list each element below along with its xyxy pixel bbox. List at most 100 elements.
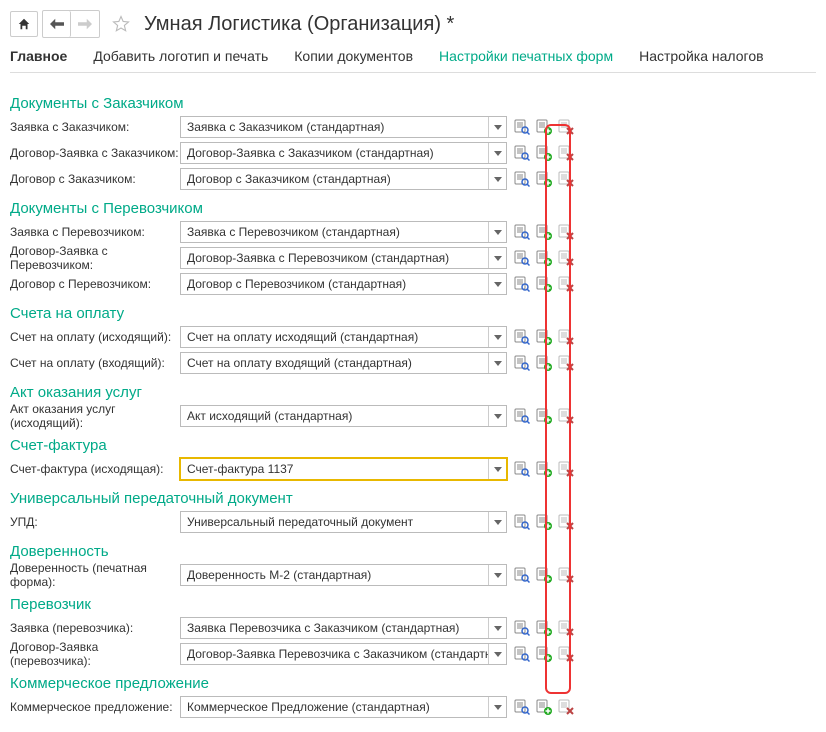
form-row: Договор с Перевозчиком:Договор с Перевоз… xyxy=(10,273,816,295)
preview-icon[interactable] xyxy=(513,698,531,716)
dropdown[interactable]: Универсальный передаточный документ xyxy=(180,511,507,533)
preview-icon[interactable] xyxy=(513,513,531,531)
delete-icon[interactable] xyxy=(557,407,575,425)
dropdown[interactable]: Счет на оплату исходящий (стандартная) xyxy=(180,326,507,348)
dropdown-value: Счет-фактура 1137 xyxy=(181,462,488,476)
tab-0[interactable]: Главное xyxy=(10,48,67,68)
chevron-down-icon xyxy=(488,459,506,479)
chevron-down-icon xyxy=(488,618,506,638)
delete-icon[interactable] xyxy=(557,645,575,663)
delete-icon[interactable] xyxy=(557,566,575,584)
back-button[interactable] xyxy=(43,11,71,37)
delete-icon[interactable] xyxy=(557,328,575,346)
form-row: Доверенность (печатная форма):Довереннос… xyxy=(10,564,816,586)
add-icon[interactable] xyxy=(535,566,553,584)
delete-icon[interactable] xyxy=(557,460,575,478)
add-icon[interactable] xyxy=(535,354,553,372)
preview-icon[interactable] xyxy=(513,170,531,188)
preview-icon[interactable] xyxy=(513,118,531,136)
dropdown[interactable]: Договор-Заявка Перевозчика с Заказчиком … xyxy=(180,643,507,665)
dropdown[interactable]: Счет-фактура 1137 xyxy=(180,458,507,480)
home-button[interactable] xyxy=(10,11,38,37)
preview-icon[interactable] xyxy=(513,275,531,293)
dropdown[interactable]: Заявка с Заказчиком (стандартная) xyxy=(180,116,507,138)
dropdown-value: Заявка Перевозчика с Заказчиком (стандар… xyxy=(181,621,488,635)
dropdown[interactable]: Счет на оплату входящий (стандартная) xyxy=(180,352,507,374)
add-icon[interactable] xyxy=(535,275,553,293)
dropdown[interactable]: Договор-Заявка с Заказчиком (стандартная… xyxy=(180,142,507,164)
dropdown[interactable]: Акт исходящий (стандартная) xyxy=(180,405,507,427)
section-title: Акт оказания услуг xyxy=(10,384,816,401)
add-icon[interactable] xyxy=(535,460,553,478)
field-label: Заявка (перевозчика): xyxy=(10,621,180,635)
add-icon[interactable] xyxy=(535,249,553,267)
field-label: Договор-Заявка с Перевозчиком: xyxy=(10,244,180,272)
preview-icon[interactable] xyxy=(513,328,531,346)
field-label: Доверенность (печатная форма): xyxy=(10,561,180,589)
row-icons xyxy=(513,354,575,372)
add-icon[interactable] xyxy=(535,118,553,136)
arrow-left-icon xyxy=(50,18,64,30)
delete-icon[interactable] xyxy=(557,513,575,531)
delete-icon[interactable] xyxy=(557,144,575,162)
preview-icon[interactable] xyxy=(513,144,531,162)
preview-icon[interactable] xyxy=(513,249,531,267)
add-icon[interactable] xyxy=(535,170,553,188)
section-title: Счет-фактура xyxy=(10,437,816,454)
chevron-down-icon xyxy=(488,565,506,585)
dropdown[interactable]: Доверенность М-2 (стандартная) xyxy=(180,564,507,586)
preview-icon[interactable] xyxy=(513,619,531,637)
preview-icon[interactable] xyxy=(513,354,531,372)
dropdown[interactable]: Коммерческое Предложение (стандартная) xyxy=(180,696,507,718)
delete-icon[interactable] xyxy=(557,118,575,136)
tab-1[interactable]: Добавить логотип и печать xyxy=(93,48,268,68)
add-icon[interactable] xyxy=(535,407,553,425)
preview-icon[interactable] xyxy=(513,460,531,478)
dropdown-value: Заявка с Заказчиком (стандартная) xyxy=(181,120,488,134)
dropdown[interactable]: Заявка с Перевозчиком (стандартная) xyxy=(180,221,507,243)
chevron-down-icon xyxy=(488,274,506,294)
forward-button[interactable] xyxy=(71,11,99,37)
delete-icon[interactable] xyxy=(557,354,575,372)
preview-icon[interactable] xyxy=(513,223,531,241)
star-icon xyxy=(112,15,130,33)
delete-icon[interactable] xyxy=(557,223,575,241)
add-icon[interactable] xyxy=(535,619,553,637)
tab-2[interactable]: Копии документов xyxy=(294,48,413,68)
dropdown-value: Договор-Заявка Перевозчика с Заказчиком … xyxy=(181,647,488,661)
delete-icon[interactable] xyxy=(557,619,575,637)
dropdown-value: Договор-Заявка с Перевозчиком (стандартн… xyxy=(181,251,488,265)
field-label: Акт оказания услуг (исходящий): xyxy=(10,402,180,430)
dropdown[interactable]: Договор с Заказчиком (стандартная) xyxy=(180,168,507,190)
preview-icon[interactable] xyxy=(513,645,531,663)
nav-group xyxy=(42,10,100,38)
preview-icon[interactable] xyxy=(513,566,531,584)
add-icon[interactable] xyxy=(535,144,553,162)
add-icon[interactable] xyxy=(535,698,553,716)
delete-icon[interactable] xyxy=(557,698,575,716)
dropdown[interactable]: Заявка Перевозчика с Заказчиком (стандар… xyxy=(180,617,507,639)
preview-icon[interactable] xyxy=(513,407,531,425)
chevron-down-icon xyxy=(488,248,506,268)
dropdown[interactable]: Договор-Заявка с Перевозчиком (стандартн… xyxy=(180,247,507,269)
delete-icon[interactable] xyxy=(557,170,575,188)
section-title: Документы с Перевозчиком xyxy=(10,200,816,217)
section-title: Универсальный передаточный документ xyxy=(10,490,816,507)
chevron-down-icon xyxy=(488,512,506,532)
delete-icon[interactable] xyxy=(557,249,575,267)
form-row: УПД:Универсальный передаточный документ xyxy=(10,511,816,533)
tab-3[interactable]: Настройки печатных форм xyxy=(439,48,613,68)
add-icon[interactable] xyxy=(535,645,553,663)
dropdown[interactable]: Договор с Перевозчиком (стандартная) xyxy=(180,273,507,295)
chevron-down-icon xyxy=(488,697,506,717)
favorite-button[interactable] xyxy=(108,11,134,37)
tab-4[interactable]: Настройка налогов xyxy=(639,48,763,68)
delete-icon[interactable] xyxy=(557,275,575,293)
row-icons xyxy=(513,407,575,425)
form-row: Договор-Заявка с Перевозчиком:Договор-За… xyxy=(10,247,816,269)
dropdown-value: Доверенность М-2 (стандартная) xyxy=(181,568,488,582)
dropdown-value: Счет на оплату исходящий (стандартная) xyxy=(181,330,488,344)
add-icon[interactable] xyxy=(535,223,553,241)
add-icon[interactable] xyxy=(535,328,553,346)
add-icon[interactable] xyxy=(535,513,553,531)
